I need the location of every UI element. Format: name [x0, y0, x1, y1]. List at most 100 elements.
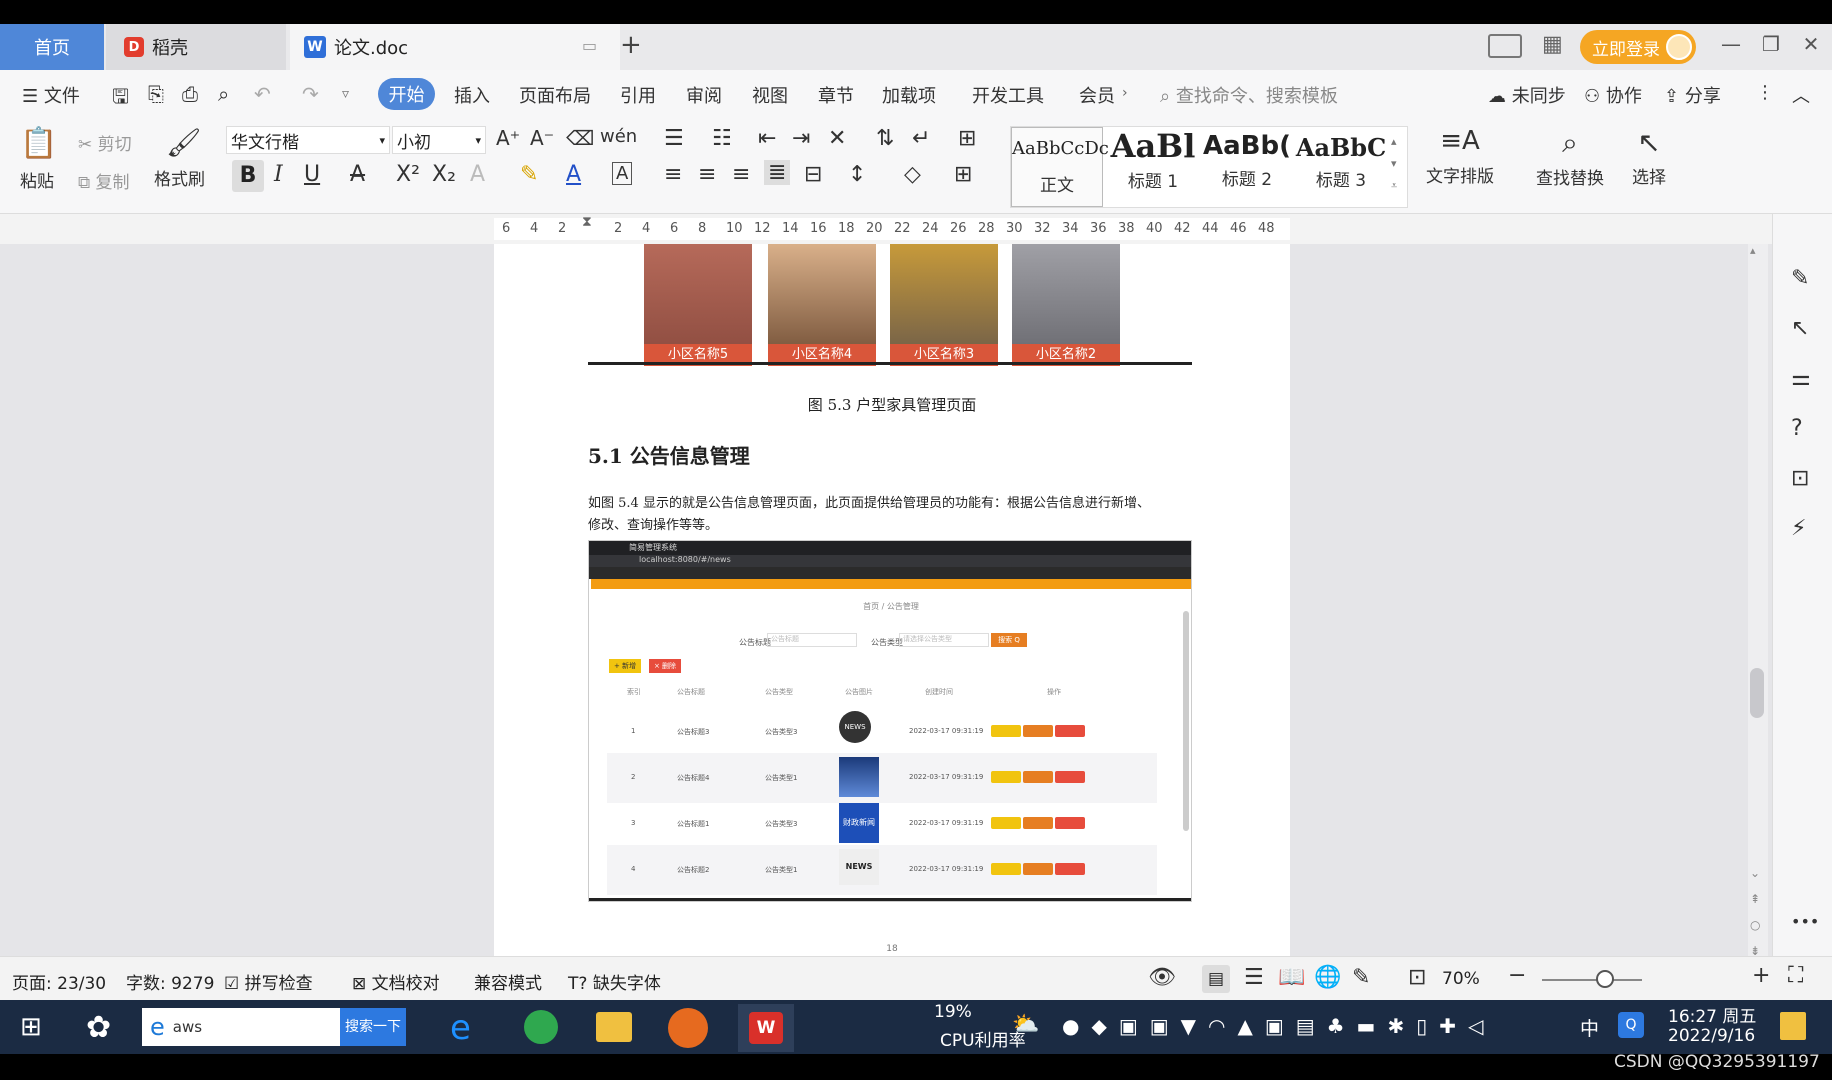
chinese-layout-icon[interactable]: ✕	[828, 126, 846, 151]
cut-button[interactable]: ✂ 剪切	[78, 130, 132, 155]
outdent-icon[interactable]: ⇤	[758, 126, 776, 151]
collab-button[interactable]: ⚇ 协作	[1584, 82, 1642, 108]
tab-layout[interactable]: 页面布局	[519, 82, 591, 108]
read-view-icon[interactable]: 📖	[1278, 965, 1305, 990]
print-icon[interactable]: ⎙	[182, 82, 198, 106]
spell-check-button[interactable]: ☑ 拼写检查	[224, 969, 313, 994]
tab-start[interactable]: 开始	[378, 78, 435, 110]
page-view-icon[interactable]: ▤	[1202, 965, 1230, 993]
scroll-up-icon[interactable]: ▴	[1750, 244, 1756, 257]
clear-format-icon[interactable]: ⌫	[566, 126, 594, 150]
subscript-button[interactable]: X₂	[432, 162, 456, 187]
file-explorer-icon[interactable]	[596, 1012, 632, 1042]
share-button[interactable]: ⇪ 分享	[1664, 82, 1721, 108]
style-heading3[interactable]: AaBbC 标题 3	[1295, 127, 1387, 207]
zoom-in-icon[interactable]: +	[1752, 963, 1770, 988]
format-painter-button[interactable]: 🖌 格式刷	[154, 126, 205, 190]
export-icon[interactable]: ⎘	[148, 82, 164, 106]
fullscreen-icon[interactable]: ⛶	[1788, 963, 1803, 988]
file-menu[interactable]: ☰ 文件	[22, 82, 80, 108]
highlight-icon[interactable]: ✎	[520, 162, 538, 187]
taskbar-search-box[interactable]: e aws	[142, 1008, 340, 1046]
windows-start-icon[interactable]: ⊞	[20, 1012, 42, 1042]
qq-browser-icon[interactable]: Q	[1618, 1012, 1644, 1038]
tab-member[interactable]: 会员	[1079, 82, 1115, 108]
close-icon[interactable]: ✕	[1796, 32, 1826, 62]
shrink-font-icon[interactable]: A⁻	[530, 126, 554, 150]
layout-icon[interactable]	[1488, 34, 1522, 58]
indent-icon[interactable]: ⇥	[792, 126, 810, 151]
tab-addins[interactable]: 加载项	[882, 82, 936, 108]
tab-docer[interactable]: D 稻壳	[106, 24, 286, 70]
clock-time[interactable]: 16:27 周五	[1668, 1002, 1756, 1027]
login-button[interactable]: 立即登录	[1580, 30, 1696, 64]
more-icon[interactable]: ⋮	[1756, 82, 1774, 103]
redo-icon[interactable]: ↷	[302, 82, 319, 106]
page-nav-icon[interactable]: ⌄ ⇞ ○ ⇟	[1750, 860, 1760, 964]
strikethrough-button[interactable]: A	[350, 162, 365, 187]
page-indicator[interactable]: 页面: 23/30	[12, 969, 106, 994]
pointer-icon[interactable]: ↖	[1791, 316, 1809, 341]
tray-icons[interactable]: ●◆▣▣▼◠▲▣▤♣▬✱▯✚◁	[1062, 1014, 1495, 1038]
shading-icon[interactable]: ◇	[904, 162, 921, 187]
table-icon[interactable]: ⊞	[958, 126, 976, 151]
distribute-icon[interactable]: ⊟	[804, 162, 822, 187]
underline-button[interactable]: U	[304, 162, 320, 187]
zoom-out-icon[interactable]: −	[1508, 963, 1526, 988]
bullet-list-icon[interactable]: ☰	[664, 126, 684, 151]
sync-button[interactable]: ☁ 未同步	[1488, 82, 1566, 108]
tab-document[interactable]: W 论文.doc ▭	[290, 24, 620, 70]
app-fox-icon[interactable]	[668, 1008, 708, 1048]
ie-taskbar-icon[interactable]: e	[450, 1008, 471, 1048]
eye-protect-icon[interactable]: 👁	[1148, 965, 1176, 990]
grow-font-icon[interactable]: A⁺	[496, 126, 520, 150]
missing-font-button[interactable]: T? 缺失字体	[568, 969, 661, 994]
tab-chapter[interactable]: 章节	[818, 82, 854, 108]
sort-icon[interactable]: ⇅	[876, 126, 894, 151]
apps-grid-icon[interactable]: ▦	[1542, 32, 1563, 57]
char-border-button[interactable]: A	[612, 162, 633, 185]
text-effect-button[interactable]: A	[470, 162, 485, 187]
tab-references[interactable]: 引用	[620, 82, 656, 108]
write-mode-icon[interactable]: ✎	[1352, 965, 1370, 990]
align-center-icon[interactable]: ≡	[698, 162, 716, 187]
outline-view-icon[interactable]: ☰	[1244, 965, 1264, 990]
italic-button[interactable]: I	[274, 162, 283, 187]
command-search[interactable]: ⌕ 查找命令、搜索模板	[1160, 82, 1338, 108]
clock-date[interactable]: 2022/9/16	[1668, 1026, 1755, 1046]
document-page[interactable]: 小区名称5 小区名称4 小区名称3 小区名称2 图 5.3 户型家具管理页面 5…	[494, 244, 1290, 956]
tab-review[interactable]: 审阅	[686, 82, 722, 108]
font-size-select[interactable]: 小初 ▾	[392, 126, 486, 154]
paste-button[interactable]: 📋 粘贴	[20, 126, 66, 206]
borders-icon[interactable]: ⊞	[954, 162, 972, 187]
minimize-icon[interactable]: —	[1716, 32, 1746, 62]
zoom-slider-handle[interactable]	[1596, 970, 1614, 988]
copy-button[interactable]: ⧉ 复制	[78, 168, 130, 193]
line-spacing-icon[interactable]: ↕	[848, 162, 866, 187]
settings-slider-icon[interactable]: ⚌	[1791, 366, 1811, 391]
notification-icon[interactable]	[1780, 1012, 1806, 1040]
text-layout-button[interactable]: ≡A 文字排版	[1426, 126, 1494, 187]
superscript-button[interactable]: X²	[396, 162, 420, 187]
save-icon[interactable]: 🖫	[112, 82, 129, 116]
zoom-level[interactable]: 70%	[1442, 969, 1480, 989]
tab-view[interactable]: 视图	[752, 82, 788, 108]
collapse-ribbon-icon[interactable]: ︿	[1792, 82, 1810, 108]
vertical-scrollbar[interactable]: ▴ ⌄ ⇞ ○ ⇟	[1748, 244, 1768, 958]
lightning-icon[interactable]: ⚡	[1791, 516, 1806, 541]
undo-icon[interactable]: ↶	[254, 82, 271, 106]
font-family-select[interactable]: 华文行楷 ▾	[226, 126, 390, 154]
ime-indicator[interactable]: 中	[1580, 1014, 1599, 1041]
style-heading2[interactable]: AaBb(标题 2	[1201, 127, 1293, 207]
align-left-icon[interactable]: ≡	[664, 162, 682, 187]
justify-icon[interactable]: ≣	[764, 160, 791, 185]
new-tab-button[interactable]: +	[620, 30, 642, 60]
pen-icon[interactable]: ✎	[1791, 266, 1809, 291]
bold-button[interactable]: B	[232, 160, 264, 192]
tab-developer[interactable]: 开发工具	[972, 82, 1044, 108]
monitor-icon[interactable]: ▭	[582, 36, 597, 55]
preview-icon[interactable]: ⌕	[218, 82, 229, 106]
fit-page-icon[interactable]: ⊡	[1408, 965, 1426, 990]
numbered-list-icon[interactable]: ☷	[712, 126, 732, 151]
taskbar-search-button[interactable]: 搜索一下	[340, 1008, 406, 1046]
